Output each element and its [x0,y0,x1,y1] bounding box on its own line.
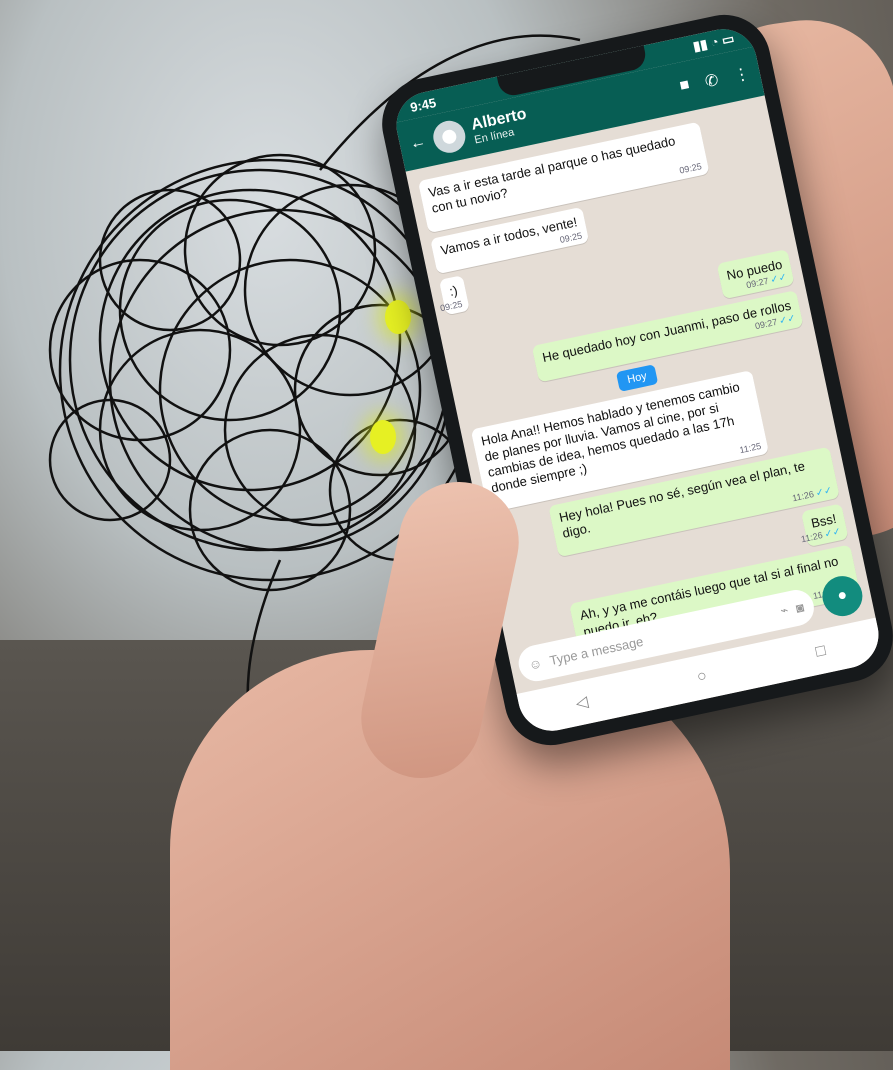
nav-home-icon[interactable]: ○ [695,667,708,687]
avatar[interactable] [430,117,469,156]
glowing-eye-right [370,420,396,454]
menu-dots-icon[interactable]: ⋮ [732,63,752,86]
nav-back-icon[interactable]: ◁ [574,692,590,714]
emoji-icon[interactable]: ☺ [527,655,543,672]
attach-icon[interactable]: ⌁ [779,602,790,619]
back-arrow-icon[interactable]: ← [408,133,427,154]
video-call-icon[interactable]: ■ [678,76,692,98]
glowing-eye-left [385,300,411,334]
day-separator: Hoy [615,363,659,392]
status-time: 9:45 [408,94,438,115]
message-out: He quedado hoy con Juanmi, paso de rollo… [532,290,804,382]
message-in: :) 09:25 [438,274,470,316]
message-input[interactable]: Type a message [548,633,644,668]
camera-icon[interactable]: ◙ [794,599,805,615]
message-out: Bss! 11:26✓✓ [800,503,849,548]
phone-call-icon[interactable]: ✆ [703,70,721,92]
nav-recents-icon[interactable]: □ [814,642,827,662]
